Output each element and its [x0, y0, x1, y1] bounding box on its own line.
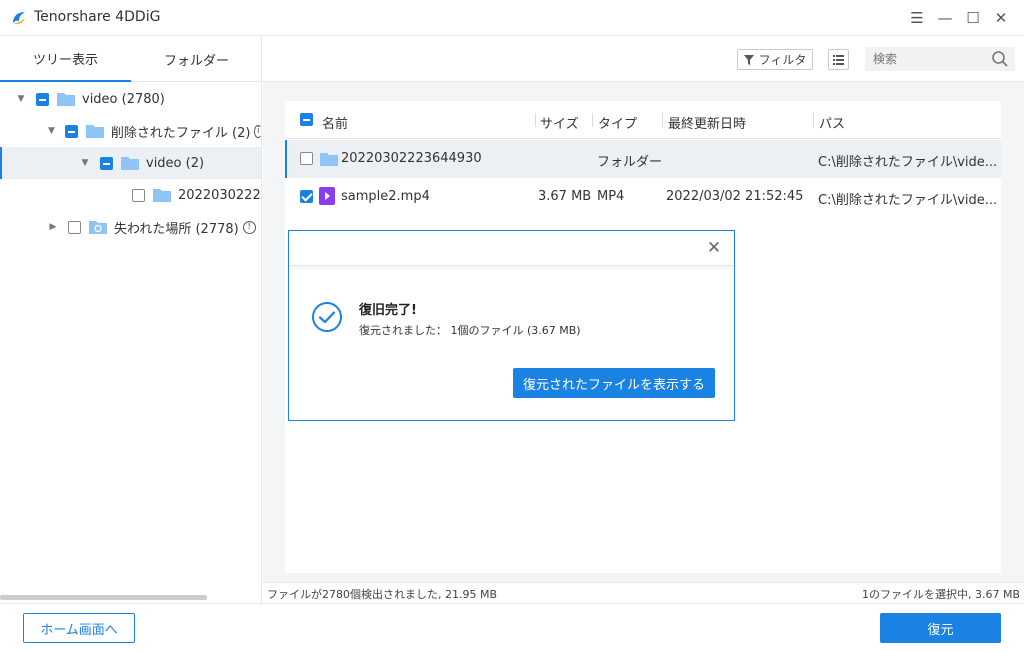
dialog-header: ✕ — [289, 231, 734, 266]
file-type: フォルダー — [597, 155, 663, 170]
folder-icon — [57, 93, 75, 106]
column-header-name[interactable]: 名前 — [322, 113, 348, 132]
column-header-modified[interactable]: 最終更新日時 — [668, 113, 746, 132]
column-divider — [813, 113, 814, 127]
folder-icon — [85, 125, 104, 138]
show-recovered-files-button[interactable]: 復元されたファイルを表示する — [513, 368, 715, 398]
file-modified: 2022/03/02 21:52:45 — [666, 189, 804, 204]
close-window-button[interactable]: ✕ — [989, 6, 1013, 30]
tree-item-video-sub[interactable]: ▼ video (2) — [0, 147, 261, 179]
select-all-checkbox[interactable] — [300, 113, 313, 126]
expand-arrow-icon[interactable]: ▶ — [48, 222, 58, 232]
app-title: Tenorshare 4DDiG — [34, 9, 161, 25]
file-name: 20220302223644930 — [341, 151, 482, 166]
bottom-bar: ホーム画面へ 復元 — [0, 603, 1024, 652]
expand-arrow-icon[interactable]: ▼ — [80, 158, 90, 168]
filter-icon — [743, 54, 754, 65]
tree-item-lost-locations[interactable]: ▶ 失われた場所 (2778) ! — [0, 211, 261, 243]
info-icon: ! — [242, 220, 256, 234]
tree-checkbox[interactable] — [68, 220, 81, 234]
column-divider — [662, 113, 663, 127]
row-checkbox[interactable] — [300, 152, 313, 165]
tab-folder[interactable]: フォルダー — [131, 36, 261, 82]
left-panel: ツリー表示 フォルダー ▼ video (2780) ▼ 削除されたファイル (… — [0, 36, 262, 603]
view-tabs: ツリー表示 フォルダー — [0, 36, 261, 82]
status-bar: ファイルが2780個検出されました, 21.95 MB 1のファイルを選択中, … — [263, 582, 1024, 603]
recover-button[interactable]: 復元 — [880, 613, 1001, 643]
folder-icon — [320, 153, 338, 166]
expand-arrow-icon[interactable]: ▼ — [16, 94, 26, 104]
maximize-button[interactable]: ☐ — [961, 6, 985, 30]
dialog-message: 復元されました： 1個のファイル (3.67 MB) — [359, 324, 581, 337]
column-divider — [535, 113, 536, 127]
tree-item-label: video (2780) — [82, 91, 165, 107]
dialog-title: 復旧完了! — [359, 303, 417, 318]
search-icon[interactable] — [991, 50, 1009, 68]
horizontal-scrollbar[interactable] — [0, 595, 207, 600]
status-detected: ファイルが2780個検出されました, 21.95 MB — [267, 588, 498, 601]
minimize-button[interactable]: — — [933, 6, 957, 30]
info-icon: i — [254, 124, 261, 138]
tree-item-label: video (2) — [146, 155, 205, 171]
filter-label: フィルタ — [758, 53, 807, 67]
file-name: sample2.mp4 — [341, 189, 430, 204]
tree-item-video[interactable]: ▼ video (2780) — [0, 83, 261, 115]
home-button[interactable]: ホーム画面へ — [23, 613, 135, 643]
file-size: 3.67 MB — [538, 189, 592, 204]
folder-icon — [153, 189, 171, 202]
list-view-button[interactable] — [828, 49, 849, 70]
column-header-type[interactable]: タイプ — [598, 113, 637, 132]
filter-button[interactable]: フィルタ — [737, 49, 813, 70]
recovery-complete-dialog: ✕ 復旧完了! 復元されました： 1個のファイル (3.67 MB) 復元された… — [288, 230, 735, 421]
column-header-size[interactable]: サイズ — [540, 113, 579, 132]
status-selected: 1のファイルを選択中, 3.67 MB — [861, 588, 1020, 601]
row-checkbox[interactable] — [300, 190, 313, 203]
tree-checkbox[interactable] — [132, 188, 145, 202]
tree-item-folder-20220302[interactable]: 20220302223644930 — [0, 179, 261, 211]
file-path: C:\削除されたファイル\vide... — [818, 155, 998, 170]
column-divider — [592, 113, 593, 127]
tree-item-deleted-files[interactable]: ▼ 削除されたファイル (2) i — [0, 115, 261, 147]
column-header-path[interactable]: パス — [819, 113, 845, 132]
check-circle-icon — [312, 302, 342, 332]
list-icon — [833, 54, 844, 65]
tree-item-label: 失われた場所 (2778) — [114, 221, 239, 237]
file-type: MP4 — [597, 189, 625, 204]
tree-checkbox[interactable] — [100, 156, 113, 170]
folder-icon — [121, 157, 139, 170]
video-file-icon — [319, 187, 335, 205]
expand-arrow-icon[interactable]: ▼ — [48, 126, 55, 136]
tab-tree-view[interactable]: ツリー表示 — [0, 36, 131, 82]
tree-item-label: 20220302223644930 — [178, 187, 261, 203]
file-path: C:\削除されたファイル\vide... — [818, 193, 998, 208]
table-row[interactable]: sample2.mp4 3.67 MB MP4 2022/03/02 21:52… — [285, 178, 1001, 216]
file-list-header: 名前 サイズ タイプ 最終更新日時 パス — [285, 101, 1001, 139]
close-icon[interactable]: ✕ — [705, 239, 723, 257]
recycle-folder-icon — [89, 221, 107, 234]
menu-button[interactable]: ☰ — [905, 6, 929, 30]
toolbar: フィルタ — [263, 36, 1024, 82]
app-logo-icon — [13, 12, 25, 25]
tree-checkbox[interactable] — [64, 124, 78, 138]
table-row[interactable]: 20220302223644930 フォルダー C:\削除されたファイル\vid… — [285, 140, 1001, 178]
tree-checkbox[interactable] — [36, 92, 49, 106]
tree-item-label: 削除されたファイル (2) — [110, 125, 251, 141]
title-bar: Tenorshare 4DDiG ☰ — ☐ ✕ — [0, 0, 1024, 36]
